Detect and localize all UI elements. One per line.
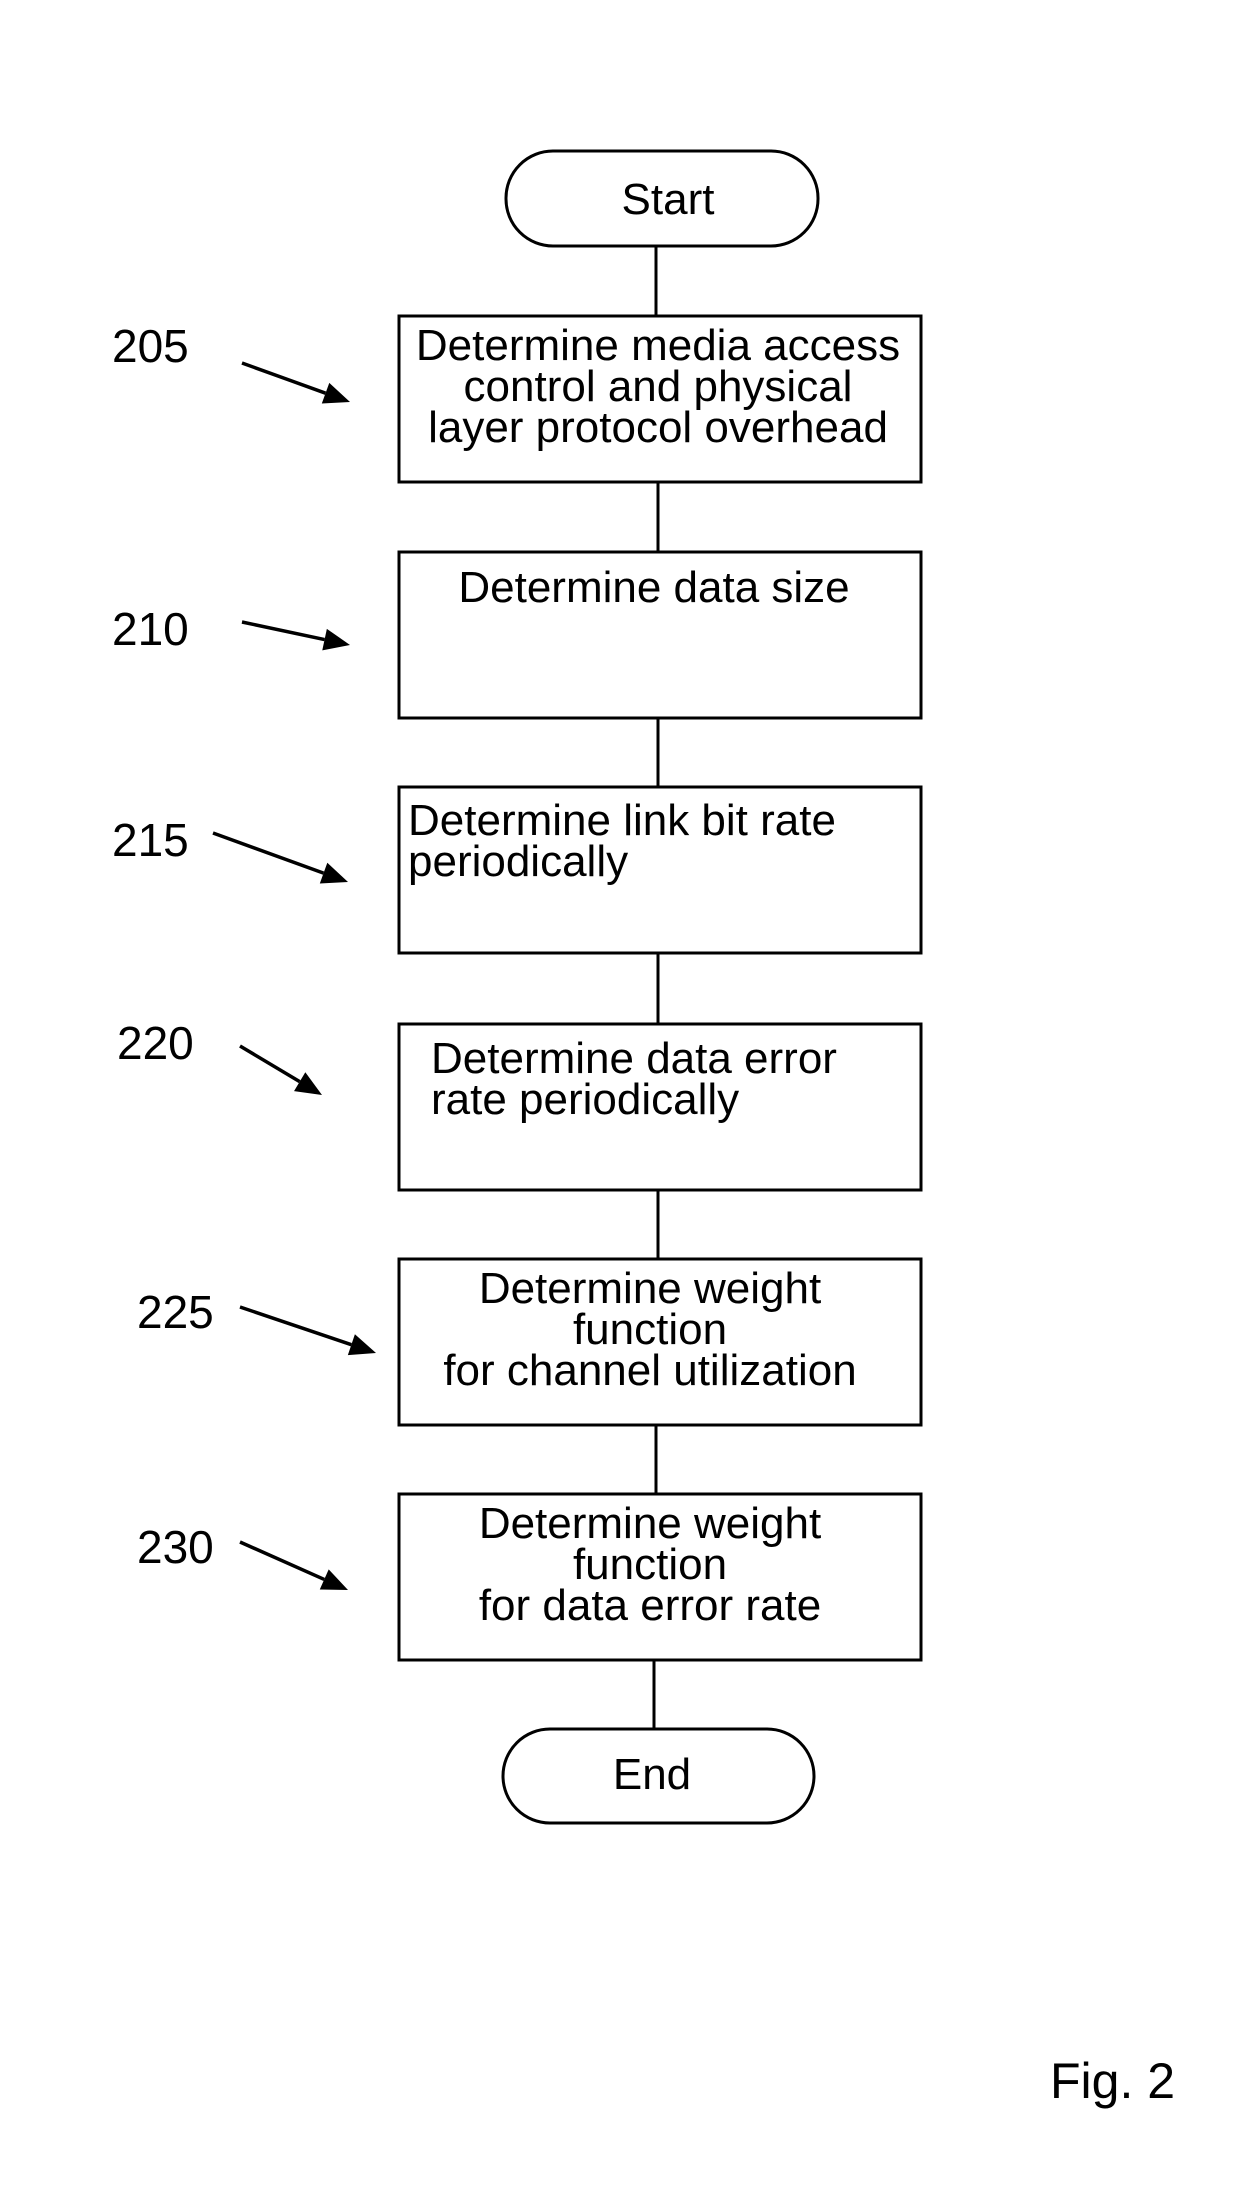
- process-step-215: Determine link bit rateperiodically: [397, 785, 923, 955]
- leader-line: [239, 1305, 352, 1347]
- arrowhead-icon: [321, 382, 350, 404]
- leader-line: [241, 361, 327, 395]
- start-terminator: Start: [504, 149, 820, 248]
- process-step-text-line: for data error rate: [479, 1581, 821, 1630]
- arrowhead-icon: [322, 628, 350, 651]
- flowchart: Start End Fig. 2 Determine media accessc…: [112, 149, 1175, 2109]
- process-step-text-line: layer protocol overhead: [428, 403, 888, 452]
- leader-line: [241, 620, 325, 642]
- process-step-text-line: rate periodically: [431, 1075, 739, 1124]
- reference-numeral: 215: [112, 814, 189, 866]
- figure-label: Fig. 2: [1050, 2053, 1175, 2109]
- process-step-text-line: Determine data size: [458, 563, 849, 612]
- leader-line: [239, 1540, 325, 1582]
- process-step-220: Determine data errorrate periodically: [397, 1022, 923, 1192]
- leader-line: [239, 1044, 301, 1084]
- leader-line: [212, 831, 325, 875]
- process-step-text-line: for channel utilization: [443, 1346, 856, 1395]
- process-steps: Determine media accesscontrol and physic…: [397, 314, 923, 1662]
- reference-215: 215: [112, 814, 348, 884]
- arrowhead-icon: [294, 1072, 322, 1095]
- process-step-205: Determine media accesscontrol and physic…: [397, 314, 923, 484]
- process-step-225: Determine weightfunctionfor channel util…: [397, 1257, 923, 1427]
- arrowhead-icon: [347, 1334, 376, 1356]
- reference-numeral: 210: [112, 603, 189, 655]
- reference-numeral: 220: [117, 1017, 194, 1069]
- reference-220: 220: [117, 1017, 322, 1095]
- process-step-230: Determine weightfunctionfor data error r…: [397, 1492, 923, 1662]
- reference-225: 225: [137, 1286, 376, 1356]
- reference-numeral: 205: [112, 320, 189, 372]
- process-step-210: Determine data size: [397, 550, 923, 720]
- reference-210: 210: [112, 603, 350, 655]
- process-step-text-line: periodically: [408, 837, 628, 886]
- reference-numeral: 225: [137, 1286, 214, 1338]
- end-label: End: [613, 1750, 691, 1799]
- reference-numerals: 205 210 215 220 225 230: [112, 320, 376, 1590]
- reference-numeral: 230: [137, 1521, 214, 1573]
- start-label: Start: [622, 175, 715, 224]
- arrowhead-icon: [319, 862, 348, 884]
- end-terminator: End: [501, 1727, 816, 1825]
- reference-205: 205: [112, 320, 350, 404]
- reference-230: 230: [137, 1521, 348, 1590]
